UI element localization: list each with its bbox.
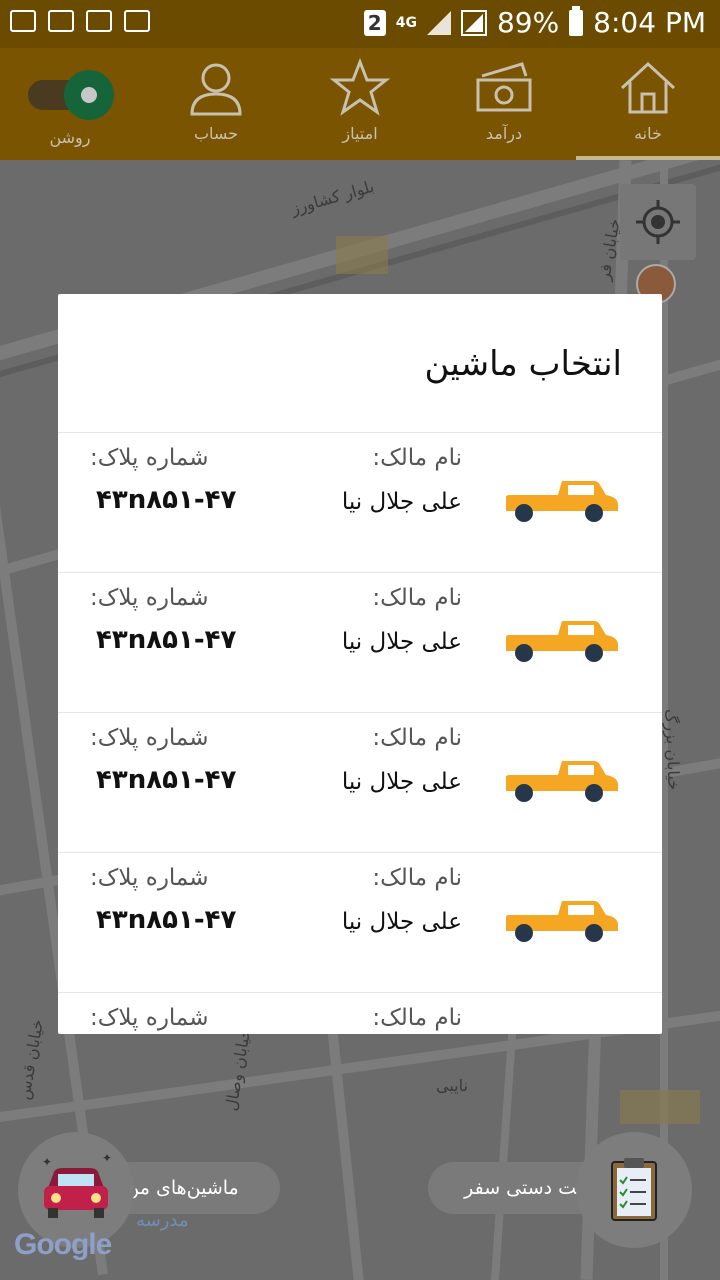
crosshair-icon — [636, 200, 680, 244]
map-road — [324, 1000, 366, 1280]
home-icon — [620, 61, 676, 114]
plate-number: ۴۳n۸۵۱-۴۷ — [96, 765, 237, 795]
map-school-label: مدرسه — [136, 1210, 189, 1231]
car-list-item[interactable]: نام مالک: علی جلال نیا شماره پلاک: ۴۳n۸۵… — [58, 572, 662, 712]
plate-label: شماره پلاک: — [90, 725, 209, 751]
battery-icon — [569, 5, 584, 36]
map-block — [620, 1090, 700, 1124]
car-list-item[interactable]: نام مالک: شماره پلاک: — [58, 992, 662, 1034]
signal-box-icon — [460, 9, 487, 36]
map-label-ghods: خیابان قدس — [14, 1017, 48, 1102]
plate-number: ۴۳n۸۵۱-۴۷ — [96, 485, 237, 515]
owner-name: علی جلال نیا — [341, 629, 462, 655]
nav-account[interactable]: حساب — [144, 48, 288, 160]
clipboard-icon — [611, 1158, 657, 1221]
toggle-knob — [64, 70, 114, 120]
owner-label: نام مالک: — [372, 1005, 462, 1031]
wifi-icon — [124, 10, 150, 32]
car-list[interactable]: نام مالک: علی جلال نیا شماره پلاک: ۴۳n۸۵… — [58, 432, 662, 1034]
car-list-item[interactable]: نام مالک: علی جلال نیا شماره پلاک: ۴۳n۸۵… — [58, 852, 662, 992]
my-cars-label: ماشین‌های من — [125, 1177, 239, 1199]
select-car-dialog: انتخاب ماشین نام مالک: علی جلال نیا شمار… — [58, 294, 662, 1034]
google-logo: Google — [14, 1228, 112, 1261]
map-block — [336, 236, 388, 274]
network-type: 4G — [395, 14, 417, 31]
map-label-vesal: خیابان وصال — [221, 1026, 255, 1113]
map-label-keshavarz: بلوار کشاورز — [289, 176, 377, 219]
nav-home[interactable]: خانه — [576, 48, 720, 160]
manual-trip-circle-button[interactable] — [576, 1132, 692, 1248]
battery-percent: 89% — [496, 6, 560, 39]
sim-badge: 2 — [363, 9, 386, 36]
plate-number: ۴۳n۸۵۱-۴۷ — [96, 905, 237, 935]
plate-label: شماره پلاک: — [90, 585, 209, 611]
car-list-item[interactable]: نام مالک: علی جلال نیا شماره پلاک: ۴۳n۸۵… — [58, 712, 662, 852]
money-icon — [476, 62, 532, 112]
pickup-truck-icon — [506, 481, 618, 522]
svg-text:✦: ✦ — [42, 1155, 52, 1169]
pickup-truck-icon — [506, 621, 618, 662]
map-label-naebi: نایبی — [436, 1076, 468, 1095]
svg-text:✦: ✦ — [102, 1151, 112, 1165]
missed-call-icon — [86, 10, 112, 32]
nav-home-label: خانه — [634, 124, 662, 143]
nav-score[interactable]: امتیاز — [288, 48, 432, 160]
nav-account-label: حساب — [193, 124, 239, 143]
top-navigation: روشن حساب امتیاز درآمد خانه — [0, 48, 720, 160]
locate-button[interactable] — [620, 184, 696, 260]
plate-number: ۴۳n۸۵۱-۴۷ — [96, 625, 237, 655]
owner-name: علی جلال نیا — [341, 909, 462, 935]
person-icon — [190, 63, 242, 116]
owner-label: نام مالک: — [372, 865, 462, 891]
owner-label: نام مالک: — [372, 585, 462, 611]
pickup-truck-icon — [506, 901, 618, 942]
toggle-label: روشن — [49, 128, 91, 147]
mail-icon — [10, 10, 36, 32]
image-icon — [48, 10, 74, 32]
dialog-title: انتخاب ماشین — [424, 344, 623, 384]
clock: 8:04 PM — [593, 6, 706, 39]
nav-income[interactable]: درآمد — [432, 48, 576, 160]
plate-label: شماره پلاک: — [90, 445, 209, 471]
nav-income-label: درآمد — [485, 124, 523, 143]
owner-name: علی جلال نیا — [341, 769, 462, 795]
car-list-item[interactable]: نام مالک: علی جلال نیا شماره پلاک: ۴۳n۸۵… — [58, 432, 662, 572]
notification-icons — [10, 10, 150, 32]
owner-label: نام مالک: — [372, 725, 462, 751]
owner-name: علی جلال نیا — [341, 489, 462, 515]
owner-label: نام مالک: — [372, 445, 462, 471]
star-icon — [330, 58, 390, 116]
online-toggle[interactable] — [28, 70, 114, 120]
system-status: 2 4G 89% 8:04 PM — [363, 5, 706, 39]
status-bar: 2 4G 89% 8:04 PM — [0, 0, 720, 48]
nav-score-label: امتیاز — [342, 124, 378, 143]
plate-label: شماره پلاک: — [90, 1005, 209, 1031]
plate-label: شماره پلاک: — [90, 865, 209, 891]
signal-icon — [426, 10, 451, 35]
manual-trip-label: ثبت دستی سفر — [464, 1177, 588, 1199]
map-label-bozorg: خیابان بزرگ — [661, 708, 684, 791]
pickup-truck-icon — [506, 761, 618, 802]
